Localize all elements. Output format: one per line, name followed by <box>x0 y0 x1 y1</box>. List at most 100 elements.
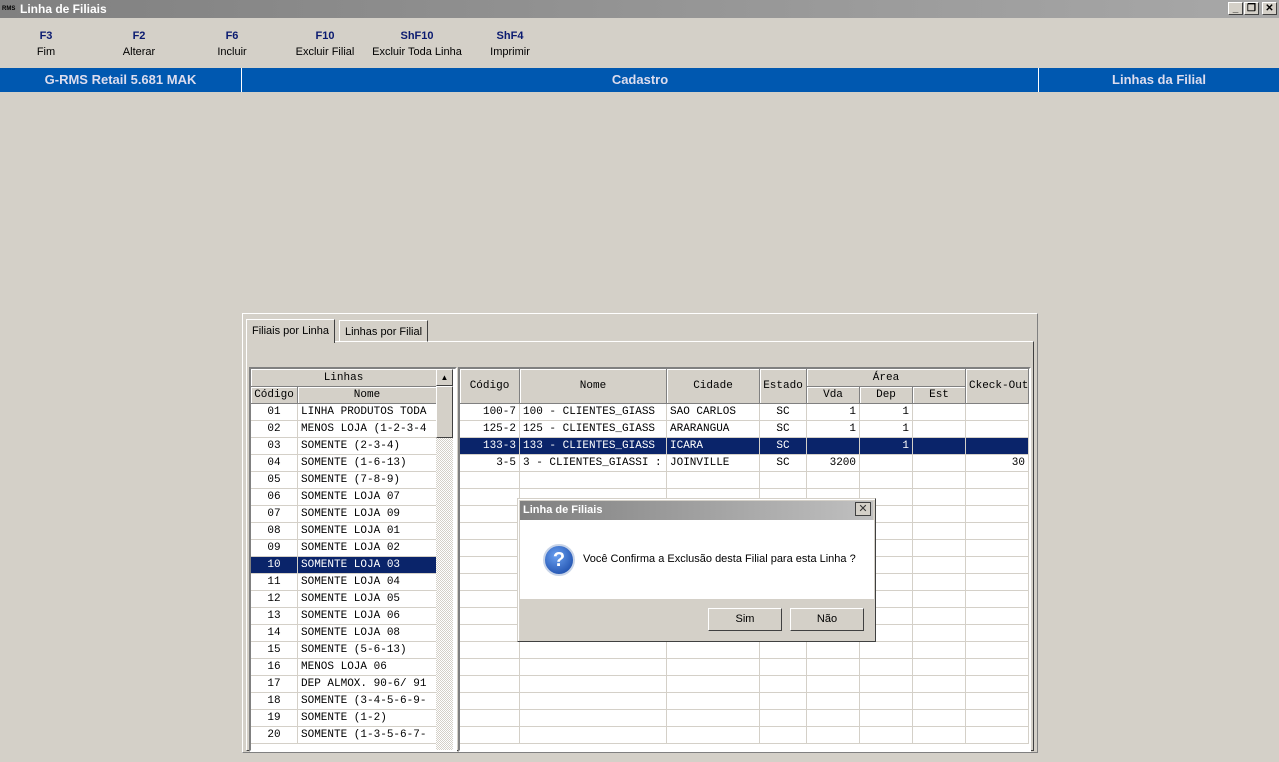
empty-cell <box>807 676 860 693</box>
empty-cell <box>667 727 760 744</box>
column-header-4[interactable]: Vda <box>807 387 860 404</box>
status-bar: G-RMS Retail 5.681 MAK Cadastro Linhas d… <box>0 68 1279 92</box>
filial-cell <box>913 421 966 438</box>
column-header-nome[interactable]: Nome <box>298 387 437 404</box>
linha-codigo: 06 <box>251 489 298 506</box>
filial-cell: 30 <box>966 455 1029 472</box>
column-header-6[interactable]: Est <box>913 387 966 404</box>
filial-cell: SAO CARLOS <box>667 404 760 421</box>
function-label: Fim <box>36 46 56 58</box>
empty-cell <box>913 506 966 523</box>
empty-cell <box>460 625 520 642</box>
filial-cell: 3-5 <box>460 455 520 472</box>
dialog-message: Você Confirma a Exclusão desta Filial pa… <box>583 553 856 565</box>
column-header-3[interactable]: Estado <box>760 369 807 404</box>
function-key: F6 <box>225 30 239 42</box>
linha-nome: SOMENTE LOJA 09 <box>298 506 437 523</box>
empty-cell <box>520 693 667 710</box>
empty-cell <box>807 727 860 744</box>
function-label: Excluir Toda Linha <box>372 46 462 58</box>
empty-cell <box>807 659 860 676</box>
linha-codigo: 12 <box>251 591 298 608</box>
empty-cell <box>807 642 860 659</box>
empty-cell <box>913 642 966 659</box>
empty-cell <box>667 693 760 710</box>
empty-cell <box>913 693 966 710</box>
empty-cell <box>966 710 1029 727</box>
empty-cell <box>520 642 667 659</box>
filial-cell: 1 <box>807 421 860 438</box>
scroll-thumb[interactable] <box>436 386 453 438</box>
minimize-button[interactable]: _ <box>1228 2 1243 15</box>
toolbar-button-f3[interactable]: F3 Fim <box>1 28 91 58</box>
empty-cell <box>520 710 667 727</box>
yes-button[interactable]: Sim <box>708 608 782 631</box>
linha-nome: SOMENTE (1-2) <box>298 710 437 727</box>
linha-codigo: 18 <box>251 693 298 710</box>
toolbar-button-shf10[interactable]: ShF10 Excluir Toda Linha <box>372 28 462 58</box>
scroll-up-button[interactable]: ▲ <box>436 369 453 386</box>
linha-codigo: 13 <box>251 608 298 625</box>
empty-cell <box>460 710 520 727</box>
linha-nome: SOMENTE (2-3-4) <box>298 438 437 455</box>
linha-codigo: 03 <box>251 438 298 455</box>
column-header-5[interactable]: Dep <box>860 387 913 404</box>
empty-cell <box>860 676 913 693</box>
filial-cell: ICARA <box>667 438 760 455</box>
empty-cell <box>860 693 913 710</box>
empty-cell <box>966 642 1029 659</box>
column-header-2[interactable]: Cidade <box>667 369 760 404</box>
linha-codigo: 15 <box>251 642 298 659</box>
empty-cell <box>913 591 966 608</box>
toolbar-button-f6[interactable]: F6 Incluir <box>187 28 277 58</box>
empty-cell <box>913 523 966 540</box>
linha-nome: SOMENTE (7-8-9) <box>298 472 437 489</box>
empty-cell <box>860 710 913 727</box>
empty-cell <box>913 710 966 727</box>
empty-cell <box>913 574 966 591</box>
toolbar-button-f10[interactable]: F10 Excluir Filial <box>280 28 370 58</box>
linha-codigo: 08 <box>251 523 298 540</box>
linha-nome: SOMENTE LOJA 08 <box>298 625 437 642</box>
toolbar-button-f2[interactable]: F2 Alterar <box>94 28 184 58</box>
linha-codigo: 04 <box>251 455 298 472</box>
empty-cell <box>760 659 807 676</box>
empty-cell <box>460 506 520 523</box>
empty-cell <box>760 727 807 744</box>
linha-nome: SOMENTE LOJA 02 <box>298 540 437 557</box>
empty-cell <box>966 506 1029 523</box>
empty-cell <box>667 659 760 676</box>
linhas-group-header[interactable]: Linhas <box>251 369 437 387</box>
tab-filiais-por-linha[interactable]: Filiais por Linha <box>246 319 336 343</box>
linhas-scrollbar[interactable]: ▲ <box>436 369 453 750</box>
empty-cell <box>860 642 913 659</box>
empty-cell <box>913 625 966 642</box>
column-header-0[interactable]: Código <box>460 369 520 404</box>
toolbar-button-shf4[interactable]: ShF4 Imprimir <box>465 28 555 58</box>
linhas-grid[interactable]: Linhas Código Nome 01 LINHA PRODUTOS TODA 02 M… <box>249 367 457 752</box>
restore-button[interactable]: ❐ <box>1244 2 1259 15</box>
filial-cell: 100-7 <box>460 404 520 421</box>
function-label: Excluir Filial <box>295 46 355 58</box>
linha-codigo: 19 <box>251 710 298 727</box>
empty-cell <box>460 540 520 557</box>
tab-linhas-por-filial[interactable]: Linhas por Filial <box>339 320 429 342</box>
filial-cell: SC <box>760 404 807 421</box>
linha-codigo: 07 <box>251 506 298 523</box>
column-header-1[interactable]: Nome <box>520 369 667 404</box>
empty-cell <box>807 710 860 727</box>
close-button[interactable]: ✕ <box>1262 2 1277 15</box>
area-group-header[interactable]: Área <box>807 369 966 387</box>
function-key: F3 <box>39 30 53 42</box>
dialog-close-button[interactable]: ✕ <box>855 502 871 516</box>
empty-cell <box>760 676 807 693</box>
column-header-checkout[interactable]: Ckeck-Out <box>966 369 1029 404</box>
empty-cell <box>667 676 760 693</box>
empty-cell <box>520 727 667 744</box>
empty-cell <box>760 693 807 710</box>
column-header-codigo[interactable]: Código <box>251 387 298 404</box>
no-button[interactable]: Não <box>790 608 864 631</box>
filial-cell: ARARANGUA <box>667 421 760 438</box>
linha-nome: SOMENTE LOJA 05 <box>298 591 437 608</box>
function-label: Alterar <box>122 46 156 58</box>
